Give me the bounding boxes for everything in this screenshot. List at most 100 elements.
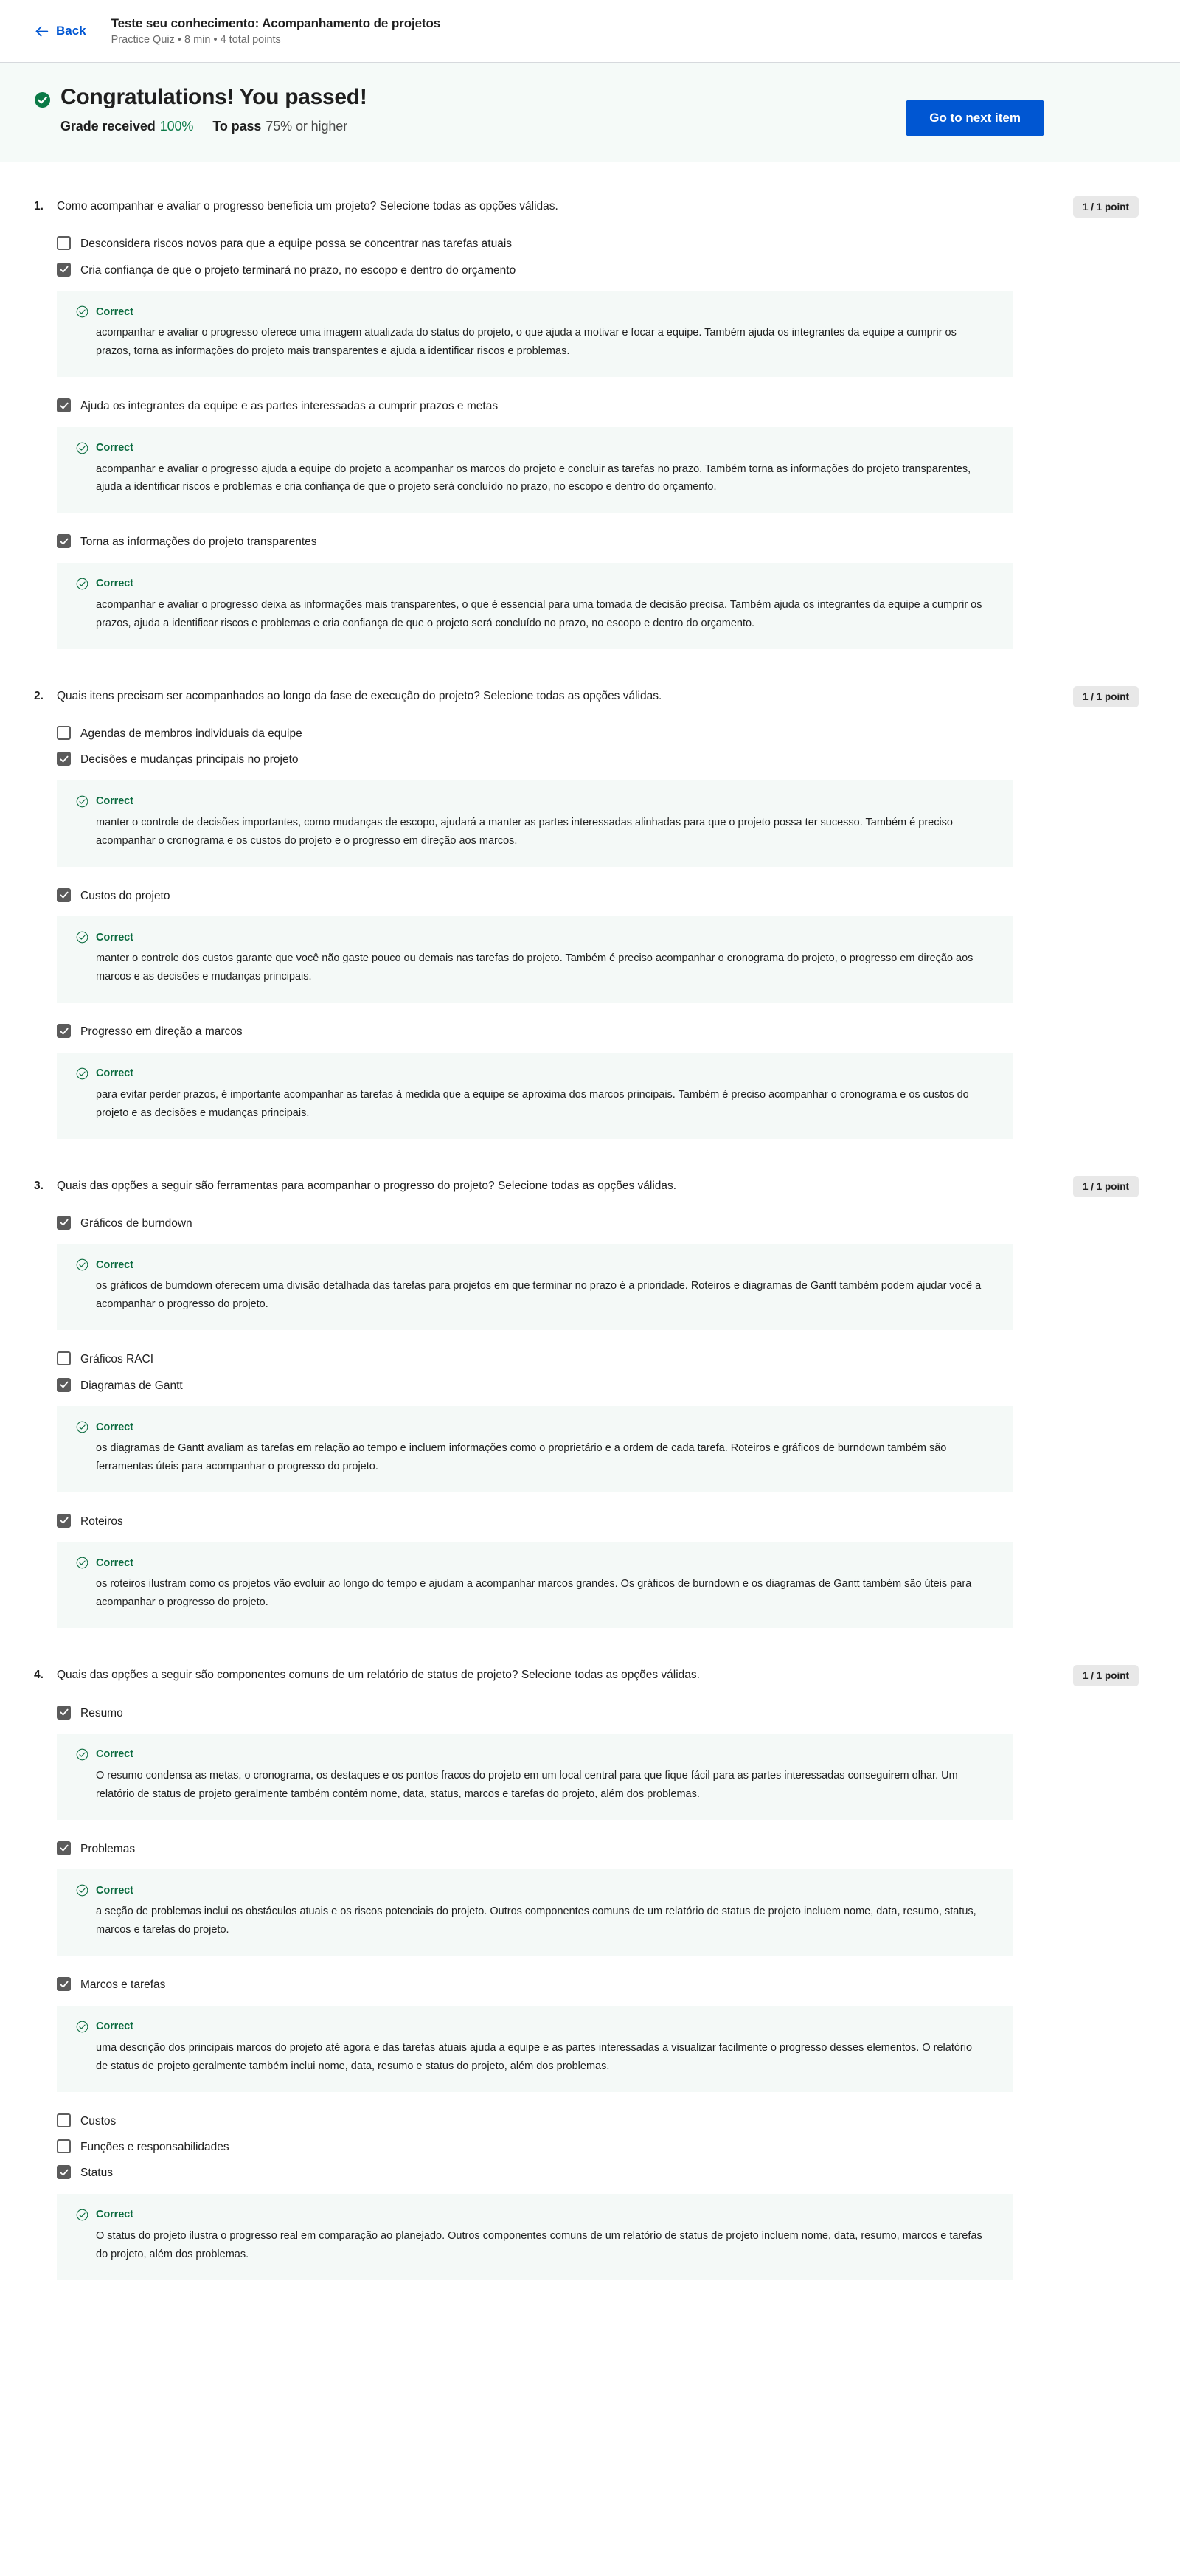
checkbox-checked-icon[interactable] (57, 534, 71, 549)
option-row[interactable]: Diagramas de Gantt (57, 1373, 1180, 1399)
option-row[interactable]: Gráficos RACI (57, 1346, 1180, 1372)
feedback-status-label: Correct (96, 2021, 133, 2033)
checkbox-checked-icon[interactable] (57, 1513, 71, 1528)
option-row[interactable]: Roteiros (57, 1509, 1180, 1534)
option-row[interactable]: Progresso em direção a marcos (57, 1019, 1180, 1045)
option-row[interactable]: Problemas (57, 1836, 1180, 1862)
checkbox-checked-icon[interactable] (57, 1024, 71, 1039)
option-row[interactable]: Resumo (57, 1700, 1180, 1726)
feedback-text: manter o controle dos custos garante que… (96, 952, 974, 983)
question-text: Quais itens precisam ser acompanhados ao… (57, 689, 662, 702)
option-label: Funções e responsabilidades (80, 2141, 229, 2153)
checkbox-checked-icon[interactable] (57, 1377, 71, 1392)
go-to-next-item-button[interactable]: Go to next item (906, 100, 1044, 136)
option-row[interactable]: Custos (57, 2108, 1180, 2134)
checkbox-unchecked-icon[interactable] (57, 2113, 71, 2127)
to-pass-value: 75% or higher (266, 119, 348, 134)
back-button[interactable]: Back (34, 24, 86, 39)
check-circle-outline-icon (76, 795, 88, 808)
option-row[interactable]: Gráficos de burndown (57, 1211, 1180, 1236)
option-row[interactable]: Funções e responsabilidades (57, 2134, 1180, 2160)
question-points-badge: 1 / 1 point (1072, 1665, 1139, 1687)
feedback-text: os gráficos de burndown oferecem uma div… (96, 1280, 982, 1311)
feedback-header: Correct (76, 2021, 993, 2033)
feedback-status-label: Correct (96, 795, 133, 808)
check-circle-filled-icon (34, 89, 51, 108)
option-row[interactable]: Torna as informações do projeto transpar… (57, 529, 1180, 555)
option-label: Ajuda os integrantes da equipe e as part… (80, 400, 499, 413)
checkbox-checked-icon[interactable] (57, 1977, 71, 1992)
option-row[interactable]: Status (57, 2160, 1180, 2186)
check-circle-outline-icon (76, 442, 88, 454)
feedback-status-label: Correct (96, 1067, 133, 1080)
option-row[interactable]: Agendas de membros individuais da equipe (57, 721, 1180, 747)
feedback-text: O resumo condensa as metas, o cronograma… (96, 1769, 958, 1800)
checkbox-checked-icon[interactable] (57, 398, 71, 413)
option-label: Progresso em direção a marcos (80, 1025, 243, 1039)
option-row[interactable]: Marcos e tarefas (57, 1972, 1180, 1998)
quiz-header-bar: Back Teste seu conhecimento: Acompanhame… (0, 0, 1180, 63)
option-row[interactable]: Custos do projeto (57, 883, 1180, 909)
checkbox-checked-icon[interactable] (57, 887, 71, 902)
check-circle-outline-icon (76, 1421, 88, 1433)
feedback-text: para evitar perder prazos, é importante … (96, 1088, 969, 1119)
option-label: Problemas (80, 1842, 136, 1855)
question-block: 3. Quais das opções a seguir são ferramen… (0, 1175, 1180, 1629)
result-banner-left: Congratulations! You passed! Grade recei… (34, 85, 367, 134)
checkbox-checked-icon[interactable] (57, 2165, 71, 2180)
quiz-title-block: Teste seu conhecimento: Acompanhamento d… (111, 15, 441, 46)
option-label: Decisões e mudanças principais no projet… (80, 753, 299, 766)
checkbox-unchecked-icon[interactable] (57, 2139, 71, 2153)
question-points-badge: 1 / 1 point (1072, 196, 1139, 218)
check-circle-outline-icon (76, 931, 88, 944)
option-row[interactable]: Desconsidera riscos novos para que a equ… (57, 231, 1180, 257)
checkbox-unchecked-icon[interactable] (57, 726, 71, 740)
checkbox-checked-icon[interactable] (57, 752, 71, 766)
result-heading: Congratulations! You passed! (34, 85, 367, 110)
grade-summary: Grade received 100% To pass 75% or highe… (34, 119, 367, 134)
feedback-text: a seção de problemas inclui os obstáculo… (96, 1905, 976, 1936)
question-points-badge: 1 / 1 point (1072, 1175, 1139, 1197)
feedback-status-label: Correct (96, 1258, 133, 1271)
feedback-status-label: Correct (96, 1884, 133, 1897)
feedback-box: Correct os gráficos de burndown oferecem … (57, 1244, 1013, 1331)
feedback-header: Correct (76, 442, 993, 454)
checkbox-checked-icon[interactable] (57, 1215, 71, 1230)
option-label: Cria confiança de que o projeto terminar… (80, 263, 516, 277)
feedback-text: os diagramas de Gantt avaliam as tarefas… (96, 1442, 947, 1472)
feedback-header: Correct (76, 795, 993, 808)
page-title: Teste seu conhecimento: Acompanhamento d… (111, 15, 441, 30)
checkbox-unchecked-icon[interactable] (57, 1351, 71, 1366)
option-label: Gráficos de burndown (80, 1216, 192, 1230)
feedback-text: O status do projeto ilustra o progresso … (96, 2229, 982, 2260)
option-row[interactable]: Ajuda os integrantes da equipe e as part… (57, 393, 1180, 419)
question-header: 2. Quais itens precisam ser acompanhados … (34, 688, 1180, 704)
option-row[interactable]: Cria confiança de que o projeto terminar… (57, 257, 1180, 283)
feedback-header: Correct (76, 1421, 993, 1433)
question-text: Como acompanhar e avaliar o progresso be… (57, 200, 558, 212)
feedback-box: Correct O status do projeto ilustra o pro… (57, 2193, 1013, 2280)
feedback-box: Correct O resumo condensa as metas, o cro… (57, 1733, 1013, 1820)
feedback-box: Correct acompanhar e avaliar o progresso … (57, 562, 1013, 649)
check-circle-outline-icon (76, 1884, 88, 1897)
to-pass-label: To pass (212, 119, 262, 134)
option-label: Agendas de membros individuais da equipe (80, 727, 302, 740)
checkbox-checked-icon[interactable] (57, 1841, 71, 1855)
feedback-box: Correct para evitar perder prazos, é impo… (57, 1052, 1013, 1139)
checkbox-checked-icon[interactable] (57, 262, 71, 277)
checkbox-checked-icon[interactable] (57, 1705, 71, 1720)
check-circle-outline-icon (76, 2021, 88, 2033)
feedback-status-label: Correct (96, 1557, 133, 1569)
checkbox-unchecked-icon[interactable] (57, 236, 71, 251)
option-label: Gráficos RACI (80, 1353, 154, 1366)
option-label: Desconsidera riscos novos para que a equ… (80, 238, 513, 251)
feedback-box: Correct os diagramas de Gantt avaliam as … (57, 1406, 1013, 1492)
question-text: Quais das opções a seguir são ferramenta… (57, 1179, 677, 1192)
option-label: Torna as informações do projeto transpar… (80, 536, 317, 549)
feedback-text: uma descrição dos principais marcos do p… (96, 2041, 973, 2072)
question-number: 3. (34, 1179, 44, 1192)
option-row[interactable]: Decisões e mudanças principais no projet… (57, 747, 1180, 772)
feedback-box: Correct manter o controle dos custos gara… (57, 916, 1013, 1003)
options-list: Gráficos de burndown Correct os gráficos d… (34, 1211, 1180, 1629)
check-circle-outline-icon (76, 1557, 88, 1569)
